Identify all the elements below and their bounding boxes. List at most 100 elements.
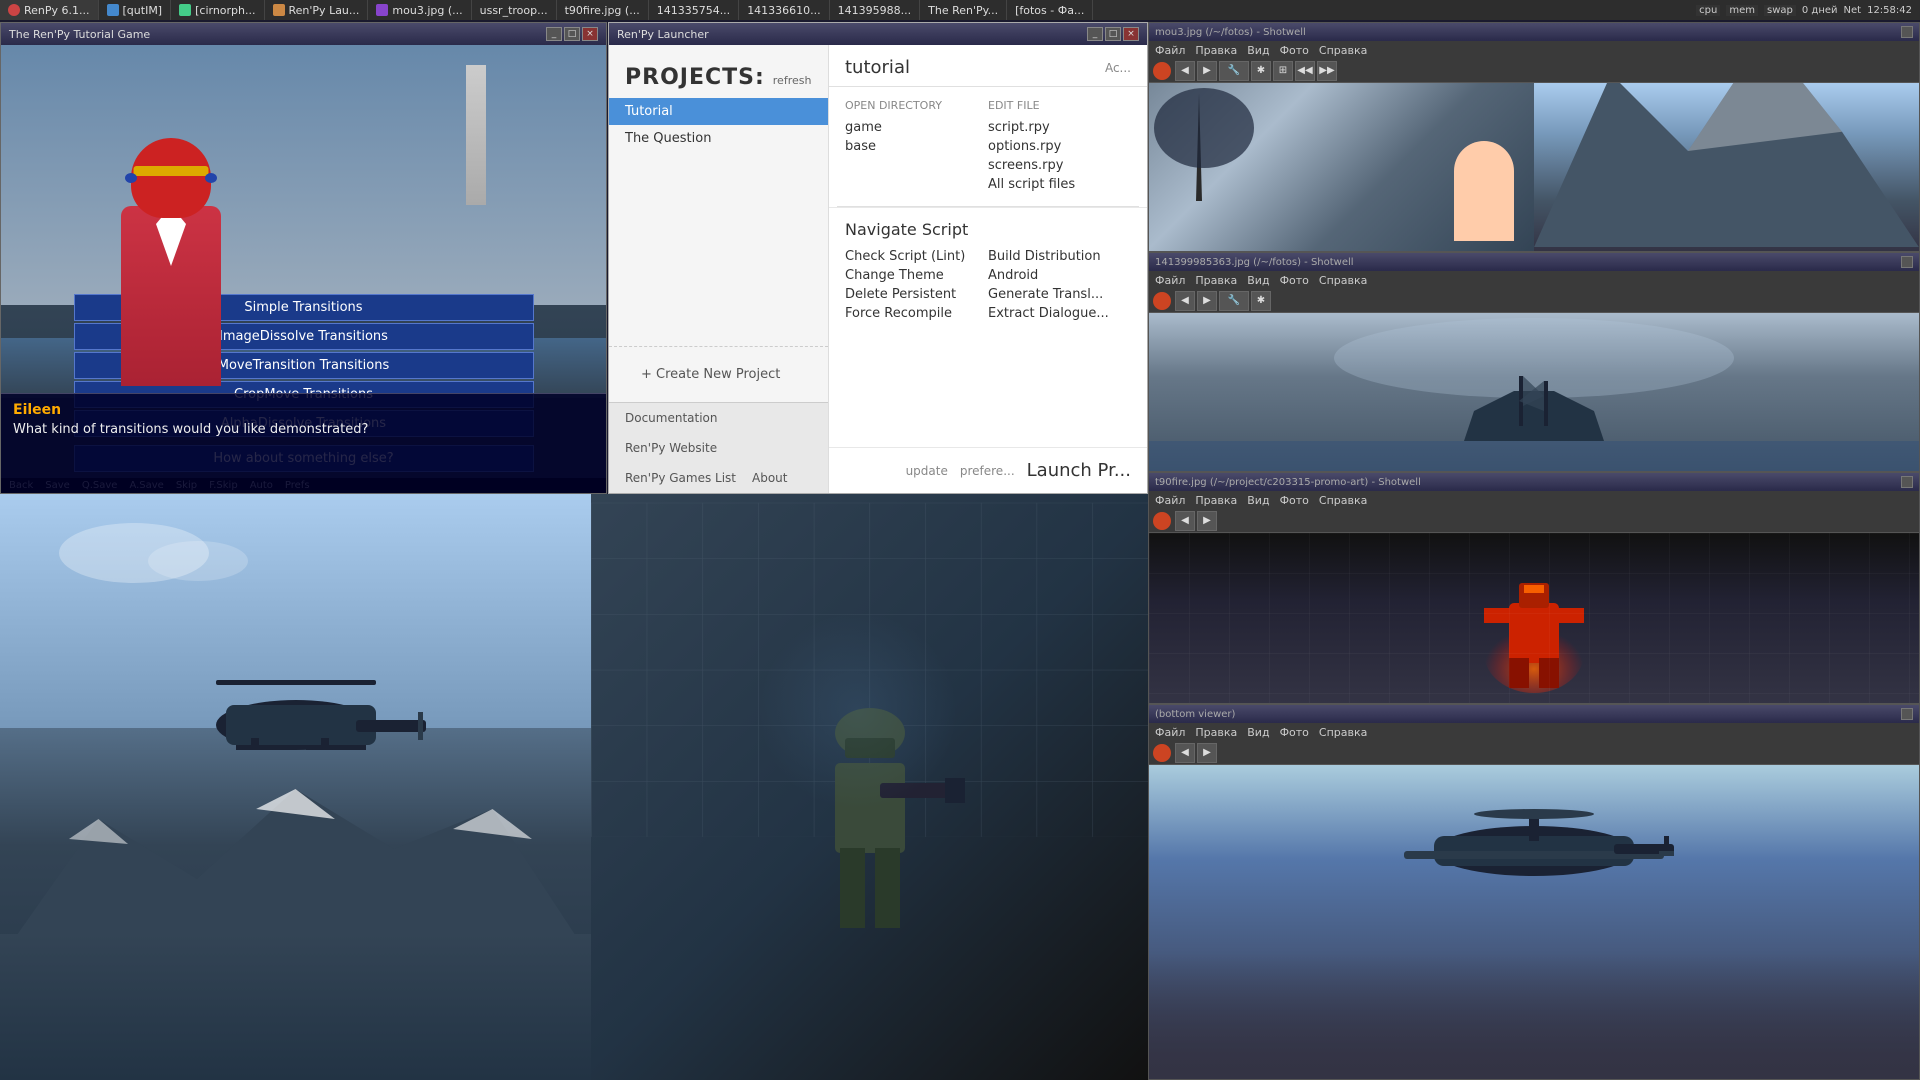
taskbar-item-mou3[interactable]: mou3.jpg (... [368, 0, 471, 20]
sw1-btn-3[interactable]: 🔧 [1219, 61, 1249, 81]
sw1-menu-photo[interactable]: Фото [1280, 44, 1309, 57]
project-actions-link[interactable]: Ac... [1105, 61, 1131, 75]
taskbar-item-qutim[interactable]: [qutIM] [99, 0, 172, 20]
open-directory-title: Open Directory [845, 99, 988, 112]
edit-all-scripts[interactable]: All script files [988, 175, 1131, 194]
sw4-menu-view[interactable]: Вид [1247, 726, 1269, 739]
taskbar-item-ussr[interactable]: ussr_troop... [472, 0, 557, 20]
sw2-btn-2[interactable]: ▶ [1197, 291, 1217, 311]
shotwall-4-title: (bottom viewer) [1155, 709, 1235, 720]
sw1-close[interactable] [1901, 26, 1913, 38]
sw3-menu-help[interactable]: Справка [1319, 494, 1367, 507]
sw4-btn-2[interactable]: ▶ [1197, 743, 1217, 763]
nav-gen-transl[interactable]: Generate Transl... [988, 285, 1131, 304]
close-button[interactable]: × [582, 27, 598, 41]
open-game-dir[interactable]: game [845, 118, 988, 137]
bottom-left-scene [0, 494, 591, 1080]
shotwall-1-content [1149, 83, 1919, 251]
launcher-maximize[interactable]: □ [1105, 27, 1121, 41]
sw2-menu-photo[interactable]: Фото [1280, 274, 1309, 287]
monument [466, 65, 486, 205]
sw2-menu-edit[interactable]: Правка [1195, 274, 1237, 287]
sw3-menu-file[interactable]: Файл [1155, 494, 1185, 507]
sw1-menu-file[interactable]: Файл [1155, 44, 1185, 57]
sw1-btn-1[interactable]: ◀ [1175, 61, 1195, 81]
nav-android[interactable]: Android [988, 266, 1131, 285]
sw3-menu-view[interactable]: Вид [1247, 494, 1269, 507]
snow-mountains [0, 759, 591, 963]
update-link[interactable]: update [906, 464, 948, 478]
sw3-menu-photo[interactable]: Фото [1280, 494, 1309, 507]
taskbar-item-cirnorph[interactable]: [cirnorph... [171, 0, 264, 20]
maximize-button[interactable]: □ [564, 27, 580, 41]
minimize-button[interactable]: _ [546, 27, 562, 41]
preferences-link[interactable]: prefere... [960, 464, 1015, 478]
footer-renpy-website[interactable]: Ren'Py Website [625, 441, 717, 455]
sw1-btn-7[interactable]: ▶▶ [1317, 61, 1337, 81]
sw3-close[interactable] [1901, 476, 1913, 488]
sw2-close[interactable] [1901, 256, 1913, 268]
taskbar-item-fotos[interactable]: [fotos - Фа... [1007, 0, 1093, 20]
taskbar-item-renpy2[interactable]: The Ren'Py... [920, 0, 1007, 20]
project-item-tutorial[interactable]: Tutorial [609, 98, 828, 125]
sw3-btn-2[interactable]: ▶ [1197, 511, 1217, 531]
edit-screens-rpy[interactable]: screens.rpy [988, 156, 1131, 175]
taskbar-item-img3[interactable]: 141395988... [830, 0, 920, 20]
refresh-button[interactable]: refresh [773, 74, 812, 87]
tree-canopy [1154, 88, 1254, 168]
nav-change-theme[interactable]: Change Theme [845, 266, 988, 285]
sw2-menu-view[interactable]: Вид [1247, 274, 1269, 287]
taskbar-item-renpy[interactable]: RenPy 6.1... [0, 0, 99, 20]
sw2-menu-help[interactable]: Справка [1319, 274, 1367, 287]
sw1-btn-5[interactable]: ⊞ [1273, 61, 1293, 81]
edit-script-rpy[interactable]: script.rpy [988, 118, 1131, 137]
navigate-script-section: Navigate Script Check Script (Lint) Chan… [829, 207, 1147, 335]
footer-games-list[interactable]: Ren'Py Games List [625, 471, 736, 485]
launcher-close[interactable]: × [1123, 27, 1139, 41]
nav-delete-persistent[interactable]: Delete Persistent [845, 285, 988, 304]
open-base-dir[interactable]: base [845, 137, 988, 156]
sw4-menu-file[interactable]: Файл [1155, 726, 1185, 739]
sw1-menu-edit[interactable]: Правка [1195, 44, 1237, 57]
footer-about[interactable]: About [752, 471, 787, 485]
sw1-btn-4[interactable]: ✱ [1251, 61, 1271, 81]
sw3-menu-edit[interactable]: Правка [1195, 494, 1237, 507]
shotwall-1-menubar: Файл Правка Вид Фото Справка [1149, 41, 1919, 59]
nav-extract-dial[interactable]: Extract Dialogue... [988, 304, 1131, 323]
nav-check-script[interactable]: Check Script (Lint) [845, 247, 988, 266]
taskbar-item-launcher[interactable]: Ren'Py Lau... [265, 0, 369, 20]
taskbar-item-img1[interactable]: 141335754... [649, 0, 739, 20]
create-project-button[interactable]: + Create New Project [625, 355, 812, 394]
sw4-menu-photo[interactable]: Фото [1280, 726, 1309, 739]
sw4-btn-1[interactable]: ◀ [1175, 743, 1195, 763]
launcher-right-panel: tutorial Ac... Open Directory game base … [829, 45, 1147, 493]
launch-project-button[interactable]: Launch Pr... [1027, 460, 1131, 481]
dialogue-text: What kind of transitions would you like … [13, 422, 594, 437]
taskbar-item-t90[interactable]: t90fire.jpg (... [557, 0, 649, 20]
sw1-menu-help[interactable]: Справка [1319, 44, 1367, 57]
sw4-menu-edit[interactable]: Правка [1195, 726, 1237, 739]
cloud-2 [148, 541, 248, 581]
sw4-menu-help[interactable]: Справка [1319, 726, 1367, 739]
launcher-window: Ren'Py Launcher _ □ × PROJECTS: refresh … [608, 22, 1148, 494]
launcher-minimize[interactable]: _ [1087, 27, 1103, 41]
taskbar-item-img2[interactable]: 141336610... [739, 0, 829, 20]
footer-documentation[interactable]: Documentation [625, 411, 718, 425]
edit-options-rpy[interactable]: options.rpy [988, 137, 1131, 156]
sw2-btn-1[interactable]: ◀ [1175, 291, 1195, 311]
sw3-btn-1[interactable]: ◀ [1175, 511, 1195, 531]
soldier-scene [591, 494, 1148, 1080]
heli-2-silhouette [1384, 796, 1684, 900]
sw4-close[interactable] [1901, 708, 1913, 720]
sw2-btn-3[interactable]: 🔧 [1219, 291, 1249, 311]
sw1-btn-2[interactable]: ▶ [1197, 61, 1217, 81]
nav-build-dist[interactable]: Build Distribution [988, 247, 1131, 266]
sw1-btn-6[interactable]: ◀◀ [1295, 61, 1315, 81]
sw2-btn-4[interactable]: ✱ [1251, 291, 1271, 311]
sw1-menu-view[interactable]: Вид [1247, 44, 1269, 57]
shotwall-4-content [1149, 765, 1919, 1079]
nav-force-recompile[interactable]: Force Recompile [845, 304, 988, 323]
sw2-menu-file[interactable]: Файл [1155, 274, 1185, 287]
project-item-question[interactable]: The Question [609, 125, 828, 152]
network-monitor: Net [1844, 5, 1862, 16]
